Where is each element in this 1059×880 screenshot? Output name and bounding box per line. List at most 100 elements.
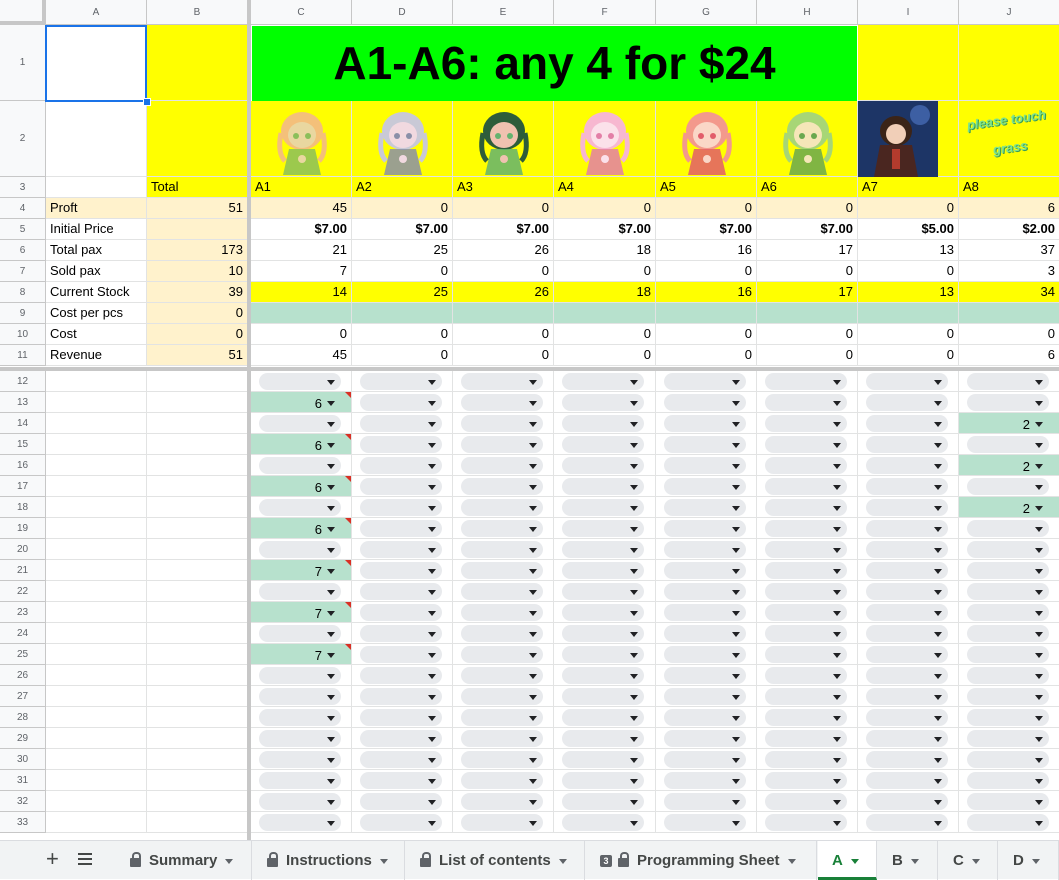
- quantity-dropdown[interactable]: [765, 499, 847, 516]
- quantity-dropdown[interactable]: [967, 814, 1049, 831]
- quantity-dropdown[interactable]: [461, 646, 543, 663]
- cell-h16[interactable]: [757, 455, 858, 476]
- quantity-dropdown[interactable]: [461, 667, 543, 684]
- header-a8[interactable]: A8: [959, 177, 1059, 198]
- cell-f32[interactable]: [554, 791, 656, 812]
- sheet-tab-list-of-contents[interactable]: List of contents: [406, 841, 585, 880]
- cell-j30[interactable]: [959, 749, 1059, 770]
- cell-h24[interactable]: [757, 623, 858, 644]
- cell-b19[interactable]: [147, 518, 248, 539]
- quantity-dropdown[interactable]: [765, 667, 847, 684]
- quantity-dropdown[interactable]: 2: [967, 499, 1049, 516]
- cell-g9[interactable]: [656, 303, 757, 324]
- cell-g32[interactable]: [656, 791, 757, 812]
- cell-e13[interactable]: [453, 392, 554, 413]
- cell-f18[interactable]: [554, 497, 656, 518]
- cell-f11[interactable]: 0: [554, 345, 656, 366]
- cell-b16[interactable]: [147, 455, 248, 476]
- quantity-dropdown[interactable]: [461, 436, 543, 453]
- row-header-1[interactable]: 1: [0, 25, 46, 101]
- cell-b21[interactable]: [147, 560, 248, 581]
- cell-b12[interactable]: [147, 371, 248, 392]
- cell-j12[interactable]: [959, 371, 1059, 392]
- row-label-11[interactable]: Revenue: [46, 345, 147, 366]
- quantity-dropdown[interactable]: [866, 688, 948, 705]
- cell-a25[interactable]: [46, 644, 147, 665]
- quantity-dropdown[interactable]: [765, 646, 847, 663]
- quantity-dropdown[interactable]: [866, 751, 948, 768]
- quantity-dropdown[interactable]: [765, 415, 847, 432]
- quantity-dropdown[interactable]: 7: [259, 646, 341, 663]
- cell-f23[interactable]: [554, 602, 656, 623]
- cell-i30[interactable]: [858, 749, 959, 770]
- cell-f30[interactable]: [554, 749, 656, 770]
- row-label-10[interactable]: Cost: [46, 324, 147, 345]
- quantity-dropdown[interactable]: [765, 394, 847, 411]
- cell-j14[interactable]: 2: [959, 413, 1059, 434]
- row-header-32[interactable]: 32: [0, 791, 46, 812]
- quantity-dropdown[interactable]: 6: [259, 394, 341, 411]
- cell-f28[interactable]: [554, 707, 656, 728]
- row-header-9[interactable]: 9: [0, 303, 46, 324]
- quantity-dropdown[interactable]: [765, 541, 847, 558]
- frozen-column-divider[interactable]: [247, 0, 251, 840]
- quantity-dropdown[interactable]: [765, 709, 847, 726]
- cell-a31[interactable]: [46, 770, 147, 791]
- cell-e26[interactable]: [453, 665, 554, 686]
- cell-c24[interactable]: [251, 623, 352, 644]
- quantity-dropdown[interactable]: 6: [259, 478, 341, 495]
- cell-g26[interactable]: [656, 665, 757, 686]
- cell-j18[interactable]: 2: [959, 497, 1059, 518]
- quantity-dropdown[interactable]: [765, 625, 847, 642]
- quantity-dropdown[interactable]: [360, 457, 442, 474]
- cell-i8[interactable]: 13: [858, 282, 959, 303]
- quantity-dropdown[interactable]: [967, 562, 1049, 579]
- cell-a17[interactable]: [46, 476, 147, 497]
- quantity-dropdown[interactable]: 2: [967, 457, 1049, 474]
- cell-j27[interactable]: [959, 686, 1059, 707]
- quantity-dropdown[interactable]: [967, 730, 1049, 747]
- quantity-dropdown[interactable]: [765, 772, 847, 789]
- total-cell-9[interactable]: 0: [147, 303, 248, 324]
- cell-e8[interactable]: 26: [453, 282, 554, 303]
- cell-c13[interactable]: 6: [251, 392, 352, 413]
- row-header-21[interactable]: 21: [0, 560, 46, 581]
- total-cell-6[interactable]: 173: [147, 240, 248, 261]
- quantity-dropdown[interactable]: [461, 541, 543, 558]
- quantity-dropdown[interactable]: [765, 793, 847, 810]
- cell-b29[interactable]: [147, 728, 248, 749]
- quantity-dropdown[interactable]: [461, 562, 543, 579]
- cell-d21[interactable]: [352, 560, 453, 581]
- quantity-dropdown[interactable]: [967, 772, 1049, 789]
- cell-h23[interactable]: [757, 602, 858, 623]
- cell-g5[interactable]: $7.00: [656, 219, 757, 240]
- cell-e14[interactable]: [453, 413, 554, 434]
- row-header-19[interactable]: 19: [0, 518, 46, 539]
- cell-j24[interactable]: [959, 623, 1059, 644]
- cell-a26[interactable]: [46, 665, 147, 686]
- quantity-dropdown[interactable]: [664, 667, 746, 684]
- row-header-29[interactable]: 29: [0, 728, 46, 749]
- sheet-tab-a[interactable]: A: [818, 841, 877, 880]
- cell-g25[interactable]: [656, 644, 757, 665]
- quantity-dropdown[interactable]: [664, 625, 746, 642]
- quantity-dropdown[interactable]: [664, 394, 746, 411]
- cell-f25[interactable]: [554, 644, 656, 665]
- quantity-dropdown[interactable]: 7: [259, 562, 341, 579]
- quantity-dropdown[interactable]: [765, 730, 847, 747]
- quantity-dropdown[interactable]: [461, 814, 543, 831]
- total-cell-4[interactable]: 51: [147, 198, 248, 219]
- cell-c19[interactable]: 6: [251, 518, 352, 539]
- cell-e33[interactable]: [453, 812, 554, 833]
- row-header-20[interactable]: 20: [0, 539, 46, 560]
- quantity-dropdown[interactable]: [866, 772, 948, 789]
- cell-b30[interactable]: [147, 749, 248, 770]
- cell-d18[interactable]: [352, 497, 453, 518]
- quantity-dropdown[interactable]: [562, 457, 644, 474]
- cell-e6[interactable]: 26: [453, 240, 554, 261]
- row-header-7[interactable]: 7: [0, 261, 46, 282]
- cell-f7[interactable]: 0: [554, 261, 656, 282]
- quantity-dropdown[interactable]: [765, 373, 847, 390]
- total-cell-8[interactable]: 39: [147, 282, 248, 303]
- cell-i25[interactable]: [858, 644, 959, 665]
